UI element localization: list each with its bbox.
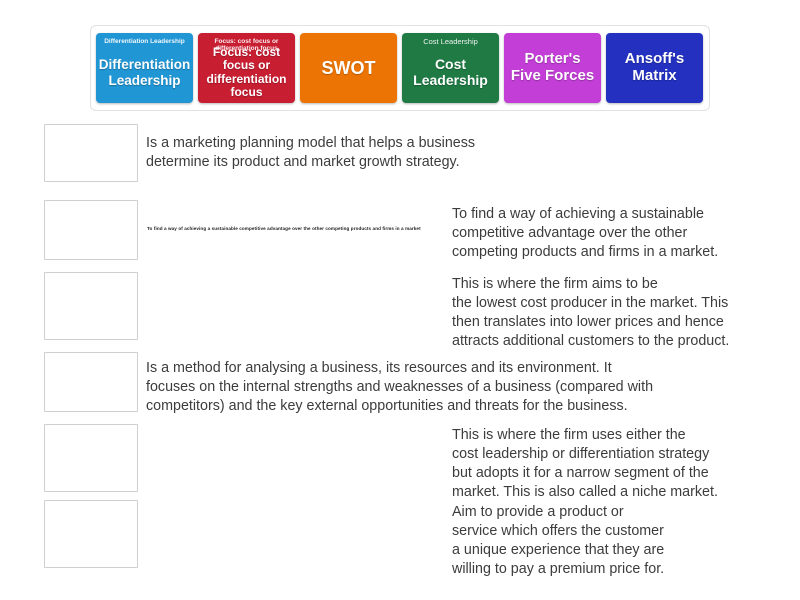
answer-dropzone[interactable]	[44, 200, 138, 260]
answer-dropzone[interactable]	[44, 424, 138, 492]
definition-ghost-text: To find a way of achieving a sustainable…	[147, 226, 421, 231]
tile-ghost-label: Focus: cost focus or differentiation foc…	[214, 38, 279, 53]
match-row: Is a method for analysing a business, it…	[0, 352, 800, 414]
match-row: This is where the firm uses either the c…	[0, 424, 800, 500]
tile-label: Focus: cost focus or differentiation foc…	[206, 44, 287, 99]
definition-text: This is where the firm aims to be the lo…	[452, 276, 730, 349]
tile-cost-leadership[interactable]: Cost Leadership Cost Leadership	[402, 33, 499, 103]
match-row: To find a way of achieving a sustainable…	[0, 200, 800, 262]
definition-text: Is a marketing planning model that helps…	[146, 135, 476, 170]
definition-text: Aim to provide a product or service whic…	[452, 504, 665, 577]
tile-focus[interactable]: Focus: cost focus or differentiation foc…	[198, 33, 295, 103]
answer-dropzone[interactable]	[44, 272, 138, 340]
activity-canvas: Differentiation Leadership Differentiati…	[0, 0, 800, 600]
tile-ansoffs-matrix[interactable]: Ansoff's Matrix	[606, 33, 703, 103]
match-row: Is a marketing planning model that helps…	[0, 124, 800, 184]
answer-dropzone[interactable]	[44, 124, 138, 182]
tile-label: Differentiation Leadership	[98, 57, 191, 88]
tile-swot[interactable]: SWOT	[300, 33, 397, 103]
tile-ghost-label: Differentiation Leadership	[104, 38, 185, 45]
tile-label: Cost Leadership	[413, 55, 488, 88]
answer-dropzone[interactable]	[44, 500, 138, 568]
match-row: Aim to provide a product or service whic…	[0, 500, 800, 577]
definition-text: Is a method for analysing a business, it…	[146, 360, 654, 414]
tile-differentiation-leadership[interactable]: Differentiation Leadership Differentiati…	[96, 33, 193, 103]
definition-text: This is where the firm uses either the c…	[452, 427, 718, 500]
tile-label: Porter's Five Forces	[510, 50, 595, 84]
tile-ghost-label: Cost Leadership	[423, 37, 478, 46]
definition-text: To find a way of achieving a sustainable…	[452, 206, 719, 260]
term-tile-tray: Differentiation Leadership Differentiati…	[90, 25, 710, 111]
match-row: This is where the firm aims to be the lo…	[0, 272, 800, 349]
tile-porters-five-forces[interactable]: Porter's Five Forces	[504, 33, 601, 103]
tile-label: Ansoff's Matrix	[624, 50, 685, 84]
answer-dropzone[interactable]	[44, 352, 138, 412]
tile-label: SWOT	[321, 57, 376, 78]
